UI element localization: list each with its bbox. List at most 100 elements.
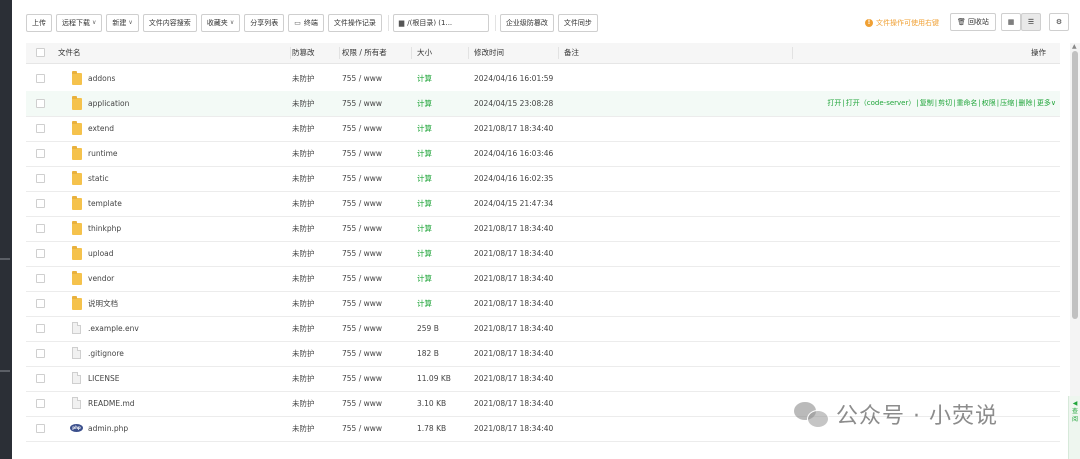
protect-status[interactable]: 未防护 bbox=[292, 141, 315, 166]
header-mtime[interactable]: 修改时间 bbox=[474, 43, 504, 63]
tamper-proof-button[interactable]: 企业级防篡改 bbox=[499, 14, 554, 32]
permission[interactable]: 755 / www bbox=[342, 241, 382, 266]
list-view-button[interactable]: ☰ bbox=[1021, 13, 1041, 31]
scroll-thumb[interactable] bbox=[1072, 51, 1078, 319]
permission[interactable]: 755 / www bbox=[342, 66, 382, 91]
row-checkbox[interactable] bbox=[36, 374, 45, 383]
open-code-server-action[interactable]: 打开（code-server） bbox=[846, 99, 916, 107]
favorites-button[interactable]: 收藏夹 ∨ bbox=[200, 14, 241, 32]
more-action[interactable]: 更多 bbox=[1037, 99, 1051, 107]
row-checkbox[interactable] bbox=[36, 74, 45, 83]
side-feedback-strip[interactable]: ◀ 查 阅 bbox=[1068, 396, 1080, 459]
protect-status[interactable]: 未防护 bbox=[292, 66, 315, 91]
row-checkbox[interactable] bbox=[36, 199, 45, 208]
new-button[interactable]: 新建 ∨ bbox=[106, 14, 139, 32]
permission[interactable]: 755 / www bbox=[342, 266, 382, 291]
file-name[interactable]: README.md bbox=[88, 391, 135, 416]
terminal-button[interactable]: ▭ 终端 bbox=[288, 14, 324, 32]
file-size[interactable]: 计算 bbox=[417, 241, 432, 266]
permission[interactable]: 755 / www bbox=[342, 341, 382, 366]
table-row[interactable]: .example.env 未防护 755 / www 259 B 2021/08/17 … bbox=[26, 316, 1060, 342]
row-checkbox[interactable] bbox=[36, 299, 45, 308]
op-log-button[interactable]: 文件操作记录 bbox=[327, 14, 382, 32]
permission[interactable]: 755 / www bbox=[342, 291, 382, 316]
rename-action[interactable]: 重命名 bbox=[956, 99, 977, 107]
upload-button[interactable]: 上传 bbox=[26, 14, 52, 32]
table-row[interactable]: LICENSE 未防护 755 / www 11.09 KB 2021/08/17 18… bbox=[26, 366, 1060, 392]
row-checkbox[interactable] bbox=[36, 124, 45, 133]
file-size[interactable]: 计算 bbox=[417, 66, 432, 91]
copy-action[interactable]: 复制 bbox=[920, 99, 934, 107]
permission[interactable]: 755 / www bbox=[342, 116, 382, 141]
file-name[interactable]: .example.env bbox=[88, 316, 139, 341]
row-checkbox[interactable] bbox=[36, 349, 45, 358]
protect-status[interactable]: 未防护 bbox=[292, 191, 315, 216]
permission[interactable]: 755 / www bbox=[342, 166, 382, 191]
file-name[interactable]: 说明文档 bbox=[88, 291, 118, 316]
permission[interactable]: 755 / www bbox=[342, 91, 382, 116]
cut-action[interactable]: 剪切 bbox=[938, 99, 952, 107]
table-row[interactable]: .gitignore 未防护 755 / www 182 B 2021/08/17 18… bbox=[26, 341, 1060, 367]
protect-status[interactable]: 未防护 bbox=[292, 416, 315, 441]
path-breadcrumb[interactable]: ▆/(根目录) (1... bbox=[392, 14, 489, 32]
file-size[interactable]: 计算 bbox=[417, 291, 432, 316]
protect-status[interactable]: 未防护 bbox=[292, 316, 315, 341]
file-size[interactable]: 计算 bbox=[417, 166, 432, 191]
table-row[interactable]: application 未防护 755 / www 计算 2024/04/15 23:0… bbox=[26, 91, 1060, 117]
row-checkbox[interactable] bbox=[36, 399, 45, 408]
protect-status[interactable]: 未防护 bbox=[292, 91, 315, 116]
protect-status[interactable]: 未防护 bbox=[292, 341, 315, 366]
row-checkbox[interactable] bbox=[36, 324, 45, 333]
table-row[interactable]: 说明文档 未防护 755 / www 计算 2021/08/17 18:34:40 bbox=[26, 291, 1060, 317]
table-row[interactable]: upload 未防护 755 / www 计算 2021/08/17 18:34:40 bbox=[26, 241, 1060, 267]
table-row[interactable]: runtime 未防护 755 / www 计算 2024/04/16 16:03:46 bbox=[26, 141, 1060, 167]
row-checkbox[interactable] bbox=[36, 424, 45, 433]
settings-button[interactable]: ⚙ bbox=[1049, 13, 1069, 31]
row-checkbox[interactable] bbox=[36, 99, 45, 108]
header-name[interactable]: 文件名 bbox=[58, 43, 81, 63]
protect-status[interactable]: 未防护 bbox=[292, 241, 315, 266]
protect-status[interactable]: 未防护 bbox=[292, 391, 315, 416]
scroll-up-icon[interactable]: ▲ bbox=[1072, 43, 1077, 50]
table-row[interactable]: static 未防护 755 / www 计算 2024/04/16 16:02:35 bbox=[26, 166, 1060, 192]
permission[interactable]: 755 / www bbox=[342, 191, 382, 216]
file-size[interactable]: 计算 bbox=[417, 91, 432, 116]
file-name[interactable]: addons bbox=[88, 66, 115, 91]
protect-status[interactable]: 未防护 bbox=[292, 166, 315, 191]
row-checkbox[interactable] bbox=[36, 174, 45, 183]
select-all-checkbox[interactable] bbox=[36, 48, 45, 57]
table-row[interactable]: template 未防护 755 / www 计算 2024/04/15 21:47:3… bbox=[26, 191, 1060, 217]
protect-status[interactable]: 未防护 bbox=[292, 366, 315, 391]
row-checkbox[interactable] bbox=[36, 274, 45, 283]
vertical-scrollbar[interactable]: ▲ ▼ bbox=[1070, 43, 1080, 449]
file-size[interactable]: 计算 bbox=[417, 116, 432, 141]
compress-action[interactable]: 压缩 bbox=[1000, 99, 1014, 107]
protect-status[interactable]: 未防护 bbox=[292, 291, 315, 316]
row-checkbox[interactable] bbox=[36, 249, 45, 258]
file-size[interactable]: 计算 bbox=[417, 191, 432, 216]
table-row[interactable]: extend 未防护 755 / www 计算 2021/08/17 18:34:40 bbox=[26, 116, 1060, 142]
file-name[interactable]: extend bbox=[88, 116, 114, 141]
recycle-bin-button[interactable]: 🗑 回收站 bbox=[950, 13, 996, 31]
row-checkbox[interactable] bbox=[36, 224, 45, 233]
open-action[interactable]: 打开 bbox=[827, 99, 841, 107]
file-size[interactable]: 计算 bbox=[417, 141, 432, 166]
protect-status[interactable]: 未防护 bbox=[292, 116, 315, 141]
share-list-button[interactable]: 分享列表 bbox=[244, 14, 285, 32]
file-size[interactable]: 计算 bbox=[417, 216, 432, 241]
protect-status[interactable]: 未防护 bbox=[292, 266, 315, 291]
file-name[interactable]: admin.php bbox=[88, 416, 128, 441]
permission[interactable]: 755 / www bbox=[342, 391, 382, 416]
delete-action[interactable]: 删除 bbox=[1019, 99, 1033, 107]
permission[interactable]: 755 / www bbox=[342, 216, 382, 241]
file-sync-button[interactable]: 文件同步 bbox=[557, 14, 598, 32]
file-size[interactable]: 计算 bbox=[417, 266, 432, 291]
file-name[interactable]: upload bbox=[88, 241, 114, 266]
permission[interactable]: 755 / www bbox=[342, 416, 382, 441]
permission[interactable]: 755 / www bbox=[342, 316, 382, 341]
table-row[interactable]: vendor 未防护 755 / www 计算 2021/08/17 18:34:40 bbox=[26, 266, 1060, 292]
file-name[interactable]: runtime bbox=[88, 141, 118, 166]
table-row[interactable]: addons 未防护 755 / www 计算 2024/04/16 16:01:59 bbox=[26, 66, 1060, 92]
header-size[interactable]: 大小 bbox=[417, 43, 432, 63]
file-name[interactable]: template bbox=[88, 191, 122, 216]
